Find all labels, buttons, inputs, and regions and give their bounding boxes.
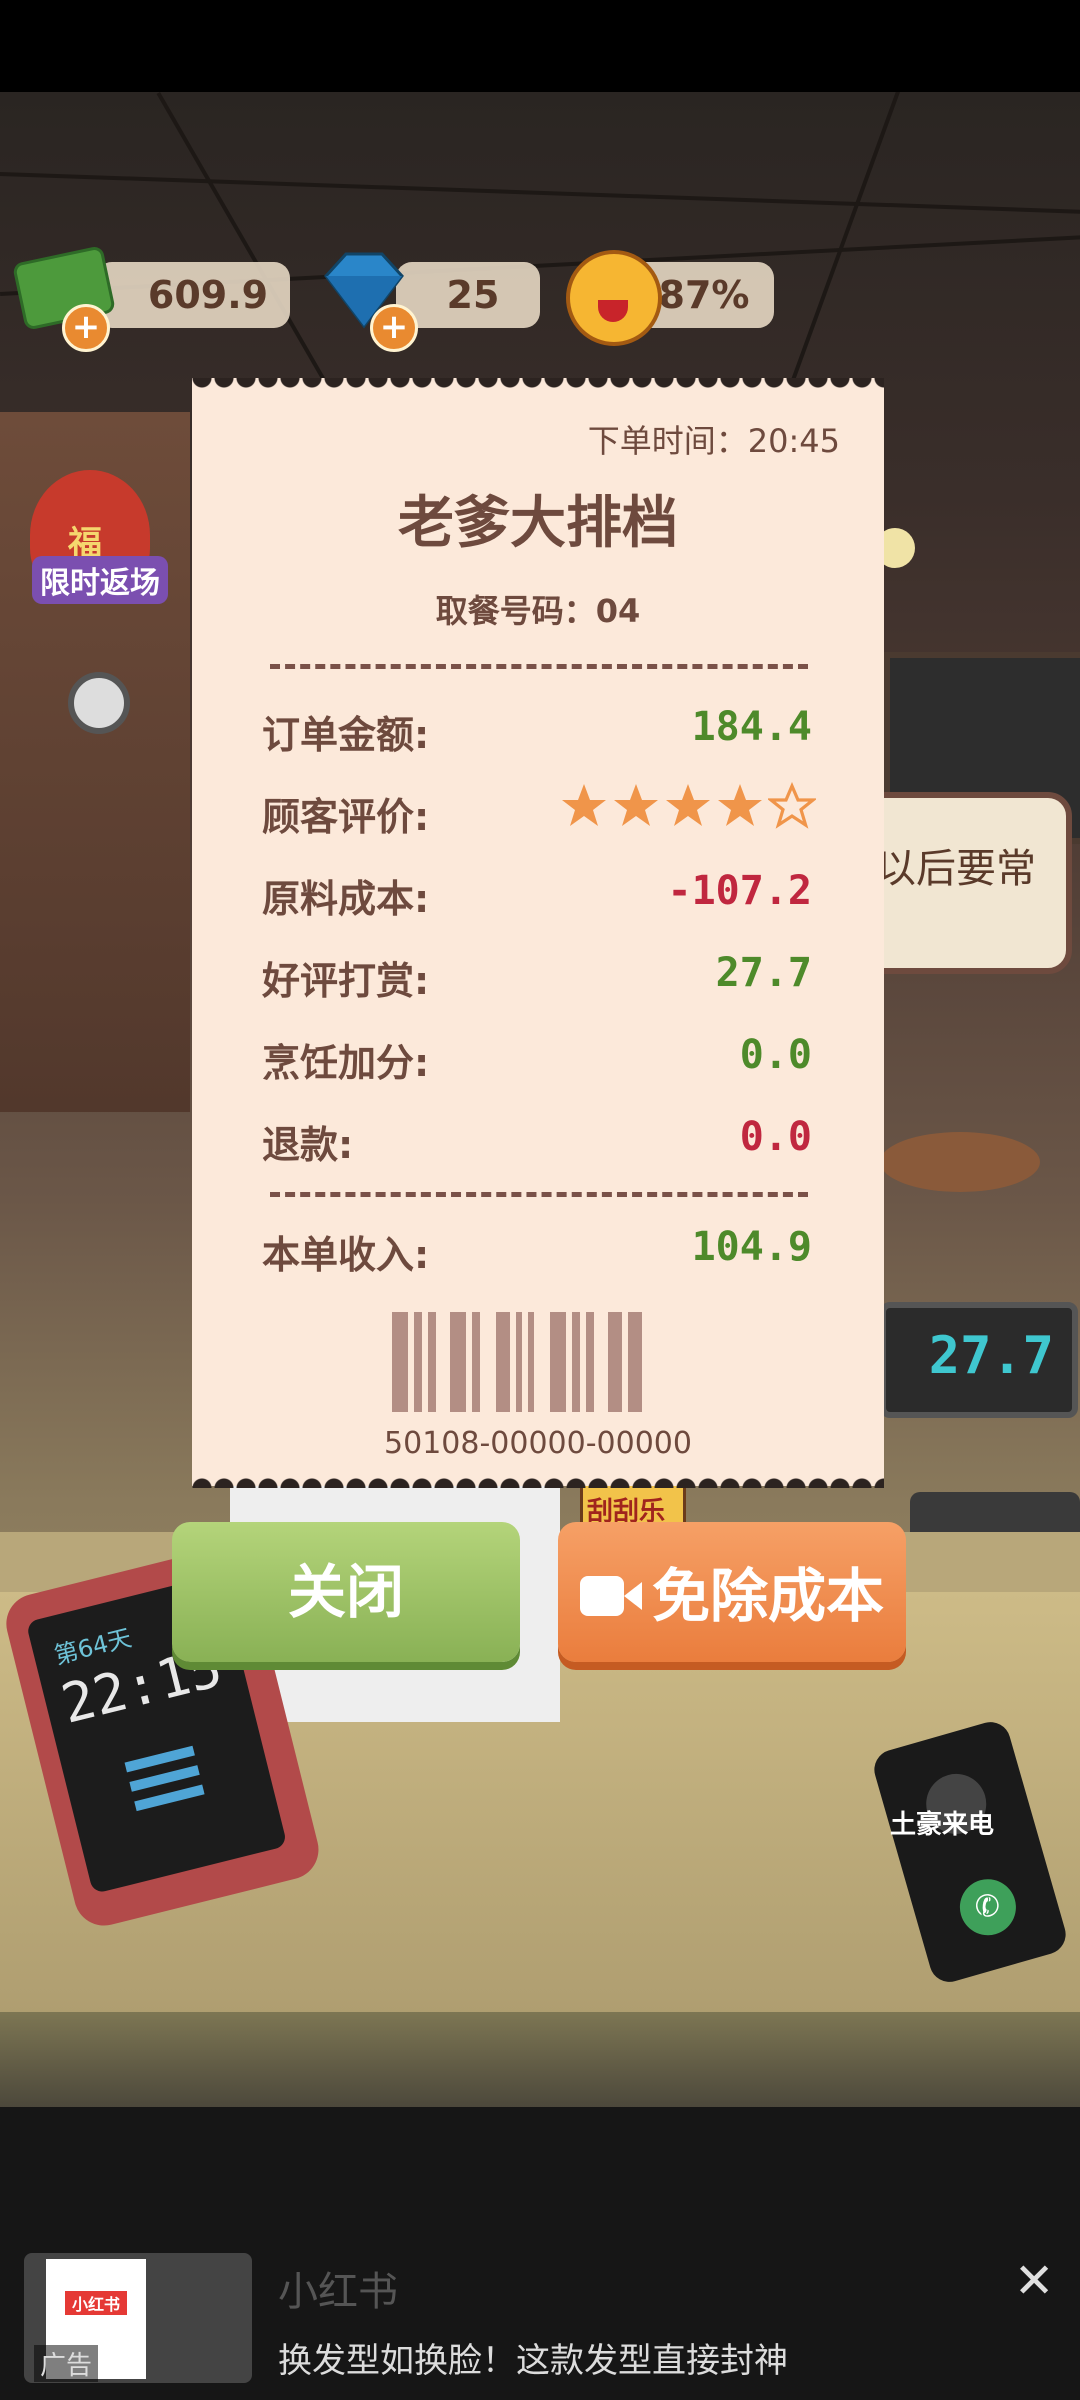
rating-stars — [560, 782, 816, 830]
material-cost-label: 原料成本: — [262, 877, 430, 921]
price-display: 27.7 — [880, 1302, 1078, 1418]
material-cost-value: -107.2 — [667, 868, 813, 914]
ad-banner[interactable]: 小红书 广告 小红书 换发型如换脸！这款发型直接封神 ✕ — [0, 2107, 1080, 2400]
refund-value: 0.0 — [739, 1114, 812, 1160]
display-value: 27.7 — [928, 1326, 1054, 1386]
refund-label: 退款: — [262, 1123, 354, 1167]
speech-bubble: 以后要常 — [860, 792, 1072, 974]
income-label: 本单收入: — [262, 1233, 430, 1277]
cooking-bonus-label: 烹饪加分: — [262, 1041, 430, 1085]
gem-pill: 25 — [396, 262, 540, 328]
free-cost-button[interactable]: 免除成本 — [558, 1522, 906, 1662]
counter-bottom — [0, 2012, 1080, 2107]
tip-value: 27.7 — [715, 950, 812, 996]
star-filled-icon — [562, 784, 606, 826]
menu-list-icon[interactable] — [124, 1745, 207, 1821]
add-money-icon[interactable]: + — [62, 304, 110, 352]
speech-text: 以后要常 — [876, 846, 1036, 892]
close-ad-icon[interactable]: ✕ — [1014, 2253, 1054, 2309]
happy-face-icon — [566, 250, 662, 346]
close-button[interactable]: 关闭 — [172, 1522, 520, 1662]
money-pill: 609.9 — [96, 262, 290, 328]
star-filled-icon — [614, 784, 658, 826]
customer-rating-label: 顾客评价: — [262, 795, 430, 839]
barcode-number: 50108-00000-00000 — [384, 1426, 692, 1461]
star-filled-icon — [666, 784, 710, 826]
answer-call-icon[interactable]: ✆ — [953, 1872, 1023, 1942]
ad-text: 换发型如换脸！这款发型直接封神 — [278, 2341, 788, 2381]
free-cost-label: 免除成本 — [651, 1561, 884, 1630]
shop-name: 老爹大排档 — [398, 491, 678, 556]
video-camera-icon — [579, 1574, 642, 1618]
tip-label: 好评打赏: — [262, 959, 430, 1003]
dining-table — [880, 1132, 1040, 1192]
divider — [270, 664, 808, 669]
order-time: 下单时间：20:45 — [587, 422, 840, 460]
phone-label: 土豪来电 — [890, 1810, 995, 1840]
order-amount-value: 184.4 — [691, 704, 812, 750]
order-receipt: 下单时间：20:45 老爹大排档 取餐号码：04 订单金额: 184.4 顾客评… — [192, 378, 884, 1488]
order-amount-label: 订单金额: — [262, 713, 430, 757]
ad-tag: 广告 — [34, 2345, 99, 2382]
add-gem-icon[interactable]: + — [370, 304, 418, 352]
income-value: 104.9 — [691, 1224, 812, 1270]
money-value: 609.9 — [147, 273, 269, 317]
divider — [270, 1192, 808, 1197]
pickup-number: 取餐号码：04 — [435, 592, 641, 630]
ad-brand: 小红书 — [278, 2269, 398, 2315]
star-empty-icon — [768, 782, 816, 829]
event-badge-label[interactable]: 限时返场 — [32, 556, 168, 604]
barcode — [392, 1312, 692, 1412]
wall-clock-icon — [68, 672, 130, 734]
cooking-bonus-value: 0.0 — [739, 1032, 812, 1078]
gem-value: 25 — [446, 273, 500, 317]
star-filled-icon — [718, 784, 762, 826]
ad-thumbnail[interactable]: 小红书 广告 — [24, 2253, 252, 2383]
